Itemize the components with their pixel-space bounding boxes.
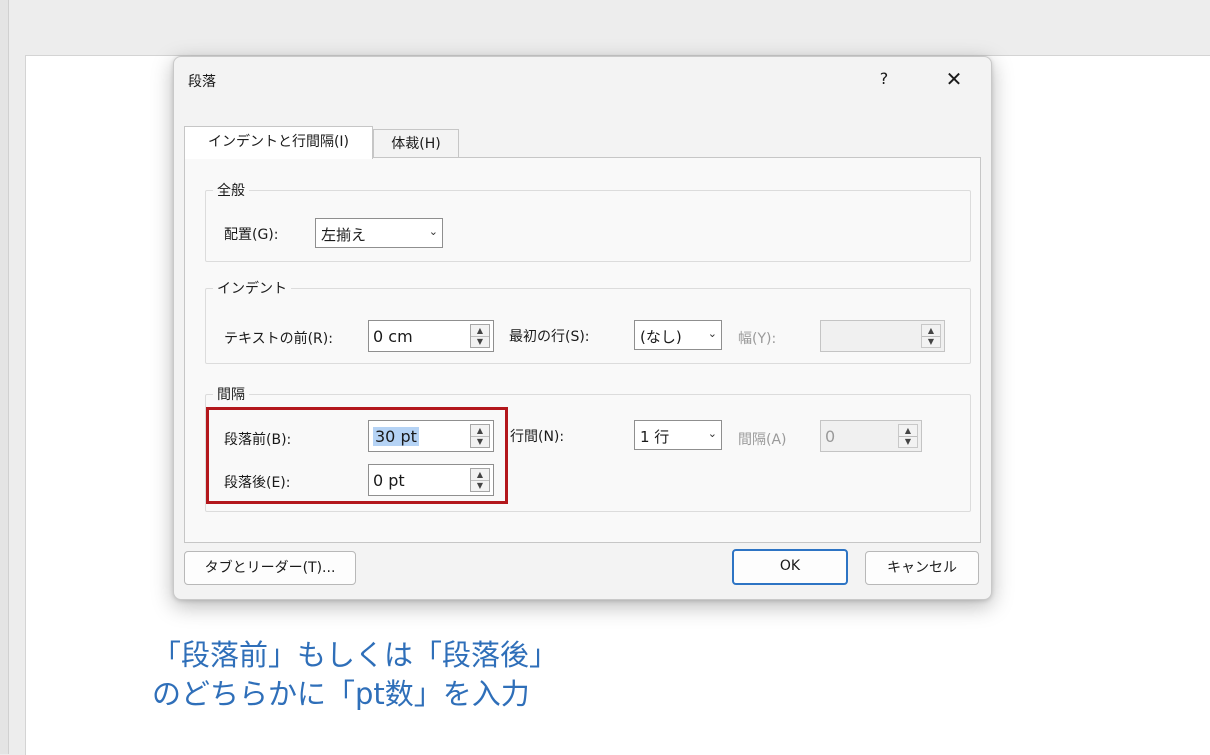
caret-down-icon[interactable]: ▼	[899, 436, 917, 447]
paragraph-dialog: 段落 ? ✕ インデントと行間隔(I) 体裁(H) 全般 配置(G): 左揃え …	[173, 56, 992, 600]
first-line-label: 最初の行(S):	[509, 329, 590, 345]
dialog-titlebar: 段落 ? ✕	[174, 57, 991, 103]
alignment-label: 配置(G):	[224, 227, 279, 243]
general-group-title: 全般	[213, 180, 249, 200]
spacing-at-label: 間隔(A)	[738, 432, 787, 448]
cancel-button[interactable]: キャンセル	[865, 551, 979, 585]
close-icon[interactable]: ✕	[940, 65, 968, 93]
line-spacing-label: 行間(N):	[510, 429, 565, 445]
first-line-select[interactable]: (なし) ⌄	[634, 320, 722, 350]
chevron-down-icon: ⌄	[707, 327, 717, 340]
caret-down-icon[interactable]: ▼	[922, 336, 940, 347]
spacing-group-title: 間隔	[213, 384, 249, 404]
dialog-title: 段落	[188, 74, 216, 90]
first-line-value: (なし)	[640, 328, 682, 346]
spinner-buttons[interactable]: ▲ ▼	[921, 324, 941, 348]
tab-layout[interactable]: 体裁(H)	[373, 129, 459, 158]
highlight-box	[206, 407, 508, 504]
line-spacing-value: 1 行	[640, 428, 670, 446]
alignment-value: 左揃え	[321, 226, 367, 244]
annotation-line-1: 「段落前」もしくは「段落後」	[152, 638, 559, 672]
annotation-caption: 「段落前」もしくは「段落後」 のどちらかに「pt数」を入力	[152, 636, 558, 714]
line-spacing-select[interactable]: 1 行 ⌄	[634, 420, 722, 450]
width-spinner[interactable]: ▲ ▼	[820, 320, 945, 352]
chevron-down-icon: ⌄	[428, 225, 438, 238]
help-button[interactable]: ?	[874, 67, 894, 91]
chevron-down-icon: ⌄	[707, 427, 717, 440]
tab-indent-spacing[interactable]: インデントと行間隔(I)	[184, 126, 373, 159]
spacing-at-spinner[interactable]: 0 ▲ ▼	[820, 420, 922, 452]
before-text-value: 0 cm	[373, 327, 413, 346]
tabs-leaders-button[interactable]: タブとリーダー(T)...	[184, 551, 356, 585]
ok-button[interactable]: OK	[732, 549, 848, 585]
indent-group-title: インデント	[213, 278, 291, 298]
spacing-at-value: 0	[825, 427, 836, 446]
annotation-line-2: のどちらかに「pt数」を入力	[152, 677, 530, 711]
spinner-buttons[interactable]: ▲ ▼	[898, 424, 918, 448]
before-text-spinner[interactable]: 0 cm ▲ ▼	[368, 320, 494, 352]
caret-down-icon[interactable]: ▼	[471, 336, 489, 347]
window-left-strip	[0, 0, 9, 754]
alignment-select[interactable]: 左揃え ⌄	[315, 218, 443, 248]
spinner-buttons[interactable]: ▲ ▼	[470, 324, 490, 348]
before-text-label: テキストの前(R):	[224, 331, 333, 347]
width-label: 幅(Y):	[738, 331, 777, 347]
